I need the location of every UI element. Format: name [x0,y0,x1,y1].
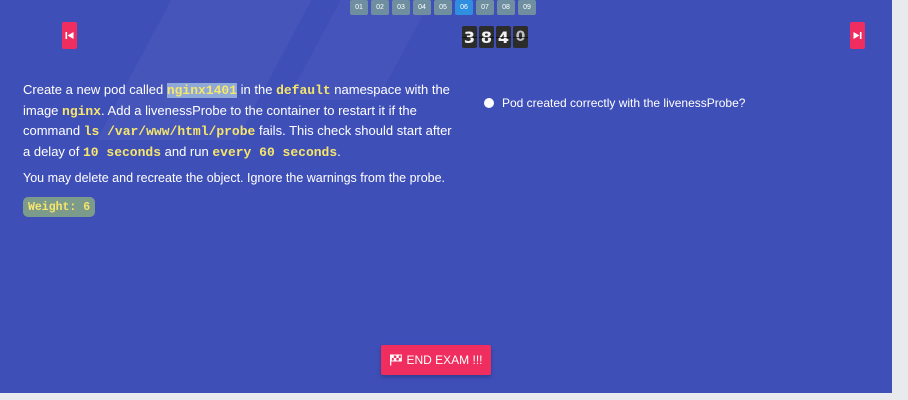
question-button[interactable]: 07 [476,0,494,15]
question-button[interactable]: 04 [413,0,431,15]
question-button[interactable]: 01 [350,0,368,15]
end-exam-label: END EXAM !!! [406,353,483,367]
next-question-button[interactable] [850,22,865,49]
check-item-label: Pod created correctly with the livenessP… [502,96,746,110]
countdown-timer: 3 8 4 0 [462,26,528,48]
weight-badge: Weight: 6 [23,197,96,217]
text: and run [161,143,213,159]
period-code: every 60 seconds [212,144,338,160]
text: in the [237,82,277,97]
command-code: ls /var/www/html/probe [83,124,256,139]
timer-digit: 3 [462,26,477,48]
bullet-icon [484,98,494,108]
question-button[interactable]: 03 [392,0,410,15]
question-button-current[interactable]: 06 [455,0,473,15]
flag-icon [390,354,403,366]
image-code: nginx [62,103,102,119]
exam-panel: 01 02 03 04 05 06 07 08 09 3 8 4 0 Creat… [0,0,892,393]
timer-digit: 0 [513,26,528,48]
skip-previous-icon [65,32,74,39]
text: . [337,143,341,159]
timer-digit: 4 [496,26,511,48]
question-text: Create a new pod called nginx1401 in the… [23,80,453,162]
text: Create a new pod called [23,82,167,97]
question-button[interactable]: 09 [518,0,536,15]
question-note: You may delete and recreate the object. … [23,171,446,185]
previous-question-button[interactable] [62,22,77,49]
skip-next-icon [853,32,862,39]
pod-name-code[interactable]: nginx1401 [166,83,238,98]
delay-code: 10 seconds [83,144,162,160]
question-button[interactable]: 08 [497,0,515,15]
question-button[interactable]: 02 [371,0,389,15]
check-item: Pod created correctly with the livenessP… [484,96,745,110]
namespace-code: default [276,83,331,98]
timer-digit: 8 [479,26,494,48]
question-button[interactable]: 05 [434,0,452,15]
question-navigator: 01 02 03 04 05 06 07 08 09 [350,0,536,15]
end-exam-button[interactable]: END EXAM !!! [381,345,491,375]
